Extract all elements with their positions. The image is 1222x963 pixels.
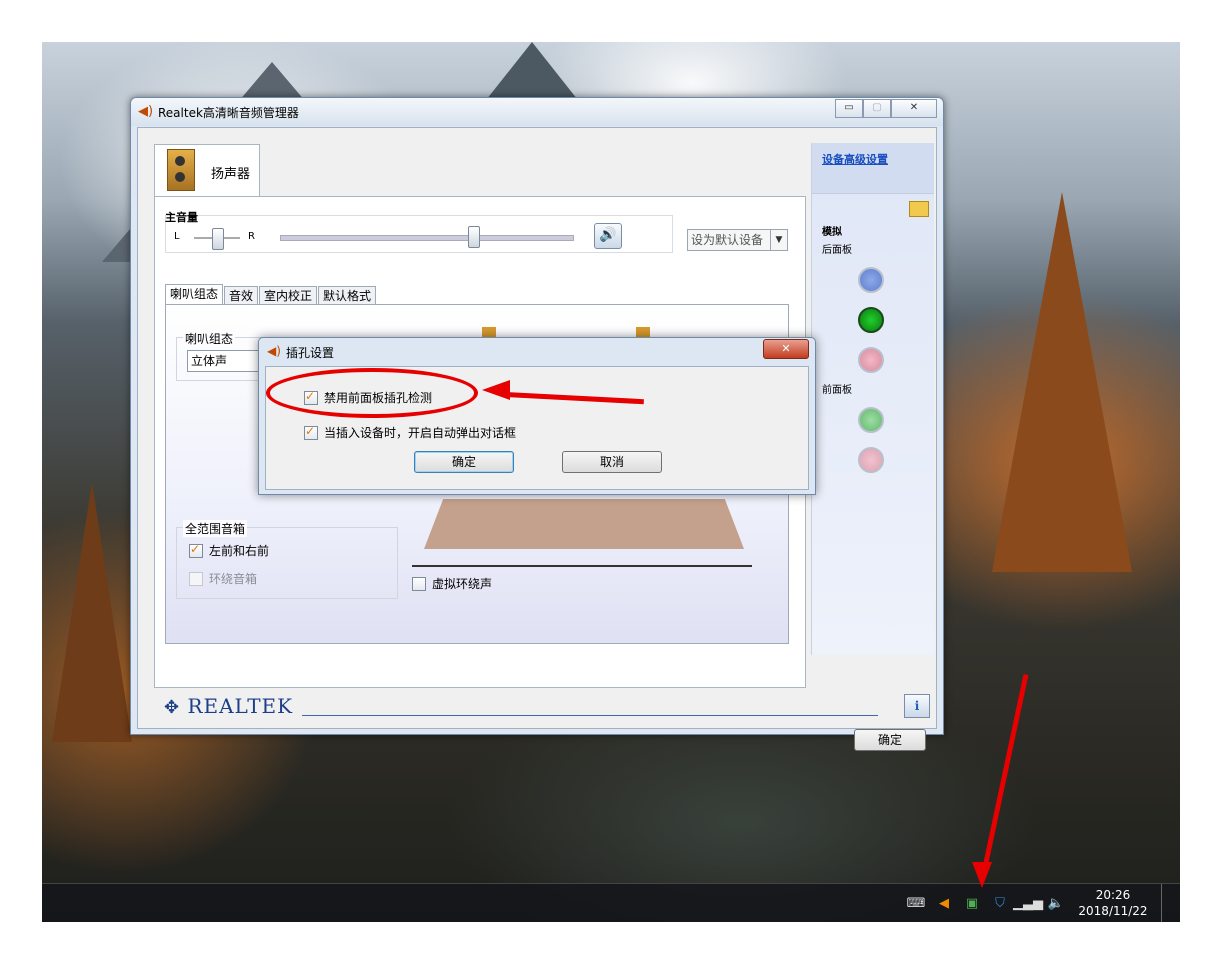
info-button[interactable]: i <box>904 694 930 718</box>
dialog-cancel-button[interactable]: 取消 <box>562 451 662 473</box>
tab-room-correction[interactable]: 室内校正 <box>259 286 318 305</box>
footer-divider <box>302 715 878 716</box>
tab-speakers[interactable]: 扬声器 <box>154 144 260 197</box>
brand-name: REALTEK <box>187 694 294 718</box>
checkbox-label: 虚拟环绕声 <box>432 577 493 591</box>
close-button[interactable]: ✕ <box>891 99 937 118</box>
room-floor <box>424 499 744 549</box>
speaker-config-select[interactable]: 立体声 <box>187 350 262 372</box>
front-jack-green[interactable] <box>858 407 884 433</box>
volume-icon[interactable]: 🔈 <box>1047 894 1065 912</box>
annotation-ellipse <box>266 368 478 418</box>
realtek-logo: ✥ REALTEK <box>164 694 293 718</box>
volume-track <box>280 235 574 241</box>
speaker-config-group-title: 喇叭组态 <box>183 330 236 347</box>
master-volume-label: 主音量 <box>165 211 198 224</box>
tree <box>52 482 132 742</box>
checkbox-box <box>189 571 203 586</box>
master-volume-box: L R 🔊 <box>165 215 673 253</box>
checkbox-label: 左前和右前 <box>209 544 270 558</box>
rear-panel-label: 后面板 <box>822 245 852 256</box>
rear-jack-green[interactable] <box>858 307 884 333</box>
show-desktop-button[interactable] <box>1161 884 1172 922</box>
front-lr-checkbox[interactable]: 左前和右前 <box>189 542 269 559</box>
clock-time: 20:26 <box>1095 888 1131 902</box>
tab-sound-effects[interactable]: 音效 <box>224 286 259 305</box>
virtual-surround-checkbox[interactable]: 虚拟环绕声 <box>412 575 492 592</box>
speaker-icon: ◀) <box>138 104 154 119</box>
front-panel-label: 前面板 <box>822 385 852 396</box>
system-tray: ⌨ ◀ ▣ ⛉ ▁▃▅ 🔈 20:26 2018/11/22 <box>907 884 1172 922</box>
tree <box>992 192 1132 572</box>
annotation-arrow-head <box>482 380 510 400</box>
ok-button[interactable]: 确定 <box>854 729 926 751</box>
dialog-ok-button[interactable]: 确定 <box>414 451 514 473</box>
fullrange-group-title: 全范围音箱 <box>183 520 248 537</box>
signal-icon[interactable]: ▁▃▅ <box>1013 894 1043 912</box>
taskbar: ⌨ ◀ ▣ ⛉ ▁▃▅ 🔈 20:26 2018/11/22 <box>42 883 1180 922</box>
advanced-settings-link[interactable]: 设备高级设置 <box>822 151 888 167</box>
speaker-icon: ◀) <box>267 344 281 358</box>
mute-button[interactable]: 🔊 <box>594 223 622 249</box>
surround-checkbox[interactable]: 环绕音箱 <box>189 570 257 587</box>
crab-logo-icon: ✥ <box>164 697 181 718</box>
rear-jack-pink[interactable] <box>858 347 884 373</box>
speaker-room-visual <box>412 495 752 569</box>
volume-slider[interactable] <box>467 226 480 248</box>
rear-jack-blue[interactable] <box>858 267 884 293</box>
clock-date: 2018/11/22 <box>1078 904 1148 918</box>
set-default-label: 设为默认设备 <box>691 233 764 247</box>
chevron-down-icon: ▼ <box>770 230 787 250</box>
front-jack-pink[interactable] <box>858 447 884 473</box>
window-title: Realtek高清晰音频管理器 <box>158 106 299 120</box>
clock[interactable]: 20:26 2018/11/22 <box>1075 887 1151 919</box>
annotation-arrow-head-tray <box>972 862 992 888</box>
connector-panel: 设备高级设置 模拟 后面板 前面板 <box>811 143 934 655</box>
network-shield-icon[interactable]: ▣ <box>963 894 981 912</box>
checkbox-label: 当插入设备时，开启自动弹出对话框 <box>324 426 517 440</box>
set-default-device-dropdown[interactable]: 设为默认设备 ▼ <box>687 229 788 251</box>
title-bar[interactable]: ◀) Realtek高清晰音频管理器 ▭ ▢ ✕ <box>131 98 943 126</box>
checkbox-box <box>189 542 203 558</box>
checkbox-label: 环绕音箱 <box>209 572 258 586</box>
fullrange-group: 全范围音箱 左前和右前 环绕音箱 <box>176 520 398 599</box>
room-floor-line <box>412 565 752 567</box>
folder-icon[interactable] <box>909 201 929 217</box>
security-shield-icon[interactable]: ⛉ <box>991 894 1009 912</box>
tab-speakers-label: 扬声器 <box>211 167 251 182</box>
dialog-close-button[interactable]: ✕ <box>763 339 809 359</box>
checkbox-box <box>412 576 426 591</box>
left-label: L <box>174 231 180 242</box>
auto-popup-checkbox[interactable]: 当插入设备时，开启自动弹出对话框 <box>304 424 516 441</box>
realtek-speaker-icon[interactable]: ◀ <box>935 894 953 912</box>
analog-label: 模拟 <box>822 227 842 238</box>
speakers-icon <box>167 149 195 191</box>
maximize-button[interactable]: ▢ <box>863 99 891 118</box>
dialog-title: 插孔设置 <box>286 346 335 360</box>
checkbox-box <box>304 424 318 440</box>
tab-speaker-config[interactable]: 喇叭组态 <box>165 284 224 305</box>
subtabs: 喇叭组态 音效 室内校正 默认格式 <box>165 284 377 305</box>
tab-default-format[interactable]: 默认格式 <box>318 286 377 305</box>
balance-slider[interactable] <box>212 228 224 250</box>
keyboard-icon[interactable]: ⌨ <box>907 894 926 912</box>
right-label: R <box>248 231 255 242</box>
minimize-button[interactable]: ▭ <box>835 99 863 118</box>
